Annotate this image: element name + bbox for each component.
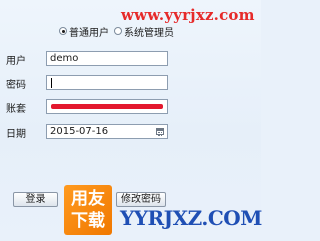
- user-type-radio-group: 普通用户 系统管理员: [59, 24, 179, 39]
- logo-line-2: 下载: [71, 211, 105, 231]
- text-caret: [51, 78, 52, 88]
- radio-admin-user[interactable]: [114, 27, 122, 35]
- date-label: 日期: [6, 129, 26, 140]
- change-password-button[interactable]: 修改密码: [116, 192, 166, 207]
- username-field[interactable]: demo: [46, 51, 168, 66]
- login-button[interactable]: 登录: [13, 192, 58, 207]
- account-redaction-mark: [51, 104, 163, 109]
- radio-admin-user-label[interactable]: 系统管理员: [124, 24, 174, 39]
- watermark-url-text: www.yyrjxz.com: [121, 6, 255, 24]
- yonyou-download-logo: 用友 下载: [64, 185, 112, 235]
- account-field[interactable]: [46, 99, 168, 114]
- username-label: 用户: [6, 56, 26, 67]
- date-value: 2015-07-16: [50, 126, 109, 137]
- date-field[interactable]: 2015-07-16: [46, 124, 168, 139]
- password-label: 密码: [6, 80, 26, 91]
- calendar-icon[interactable]: [156, 128, 164, 136]
- radio-normal-user-label[interactable]: 普通用户: [69, 24, 109, 39]
- username-value: demo: [50, 53, 79, 64]
- password-field[interactable]: [46, 75, 168, 90]
- radio-normal-user[interactable]: [59, 27, 67, 35]
- logo-line-1: 用友: [71, 189, 105, 209]
- watermark-domain-text: YYRJXZ.COM: [120, 206, 262, 230]
- account-label: 账套: [6, 104, 26, 115]
